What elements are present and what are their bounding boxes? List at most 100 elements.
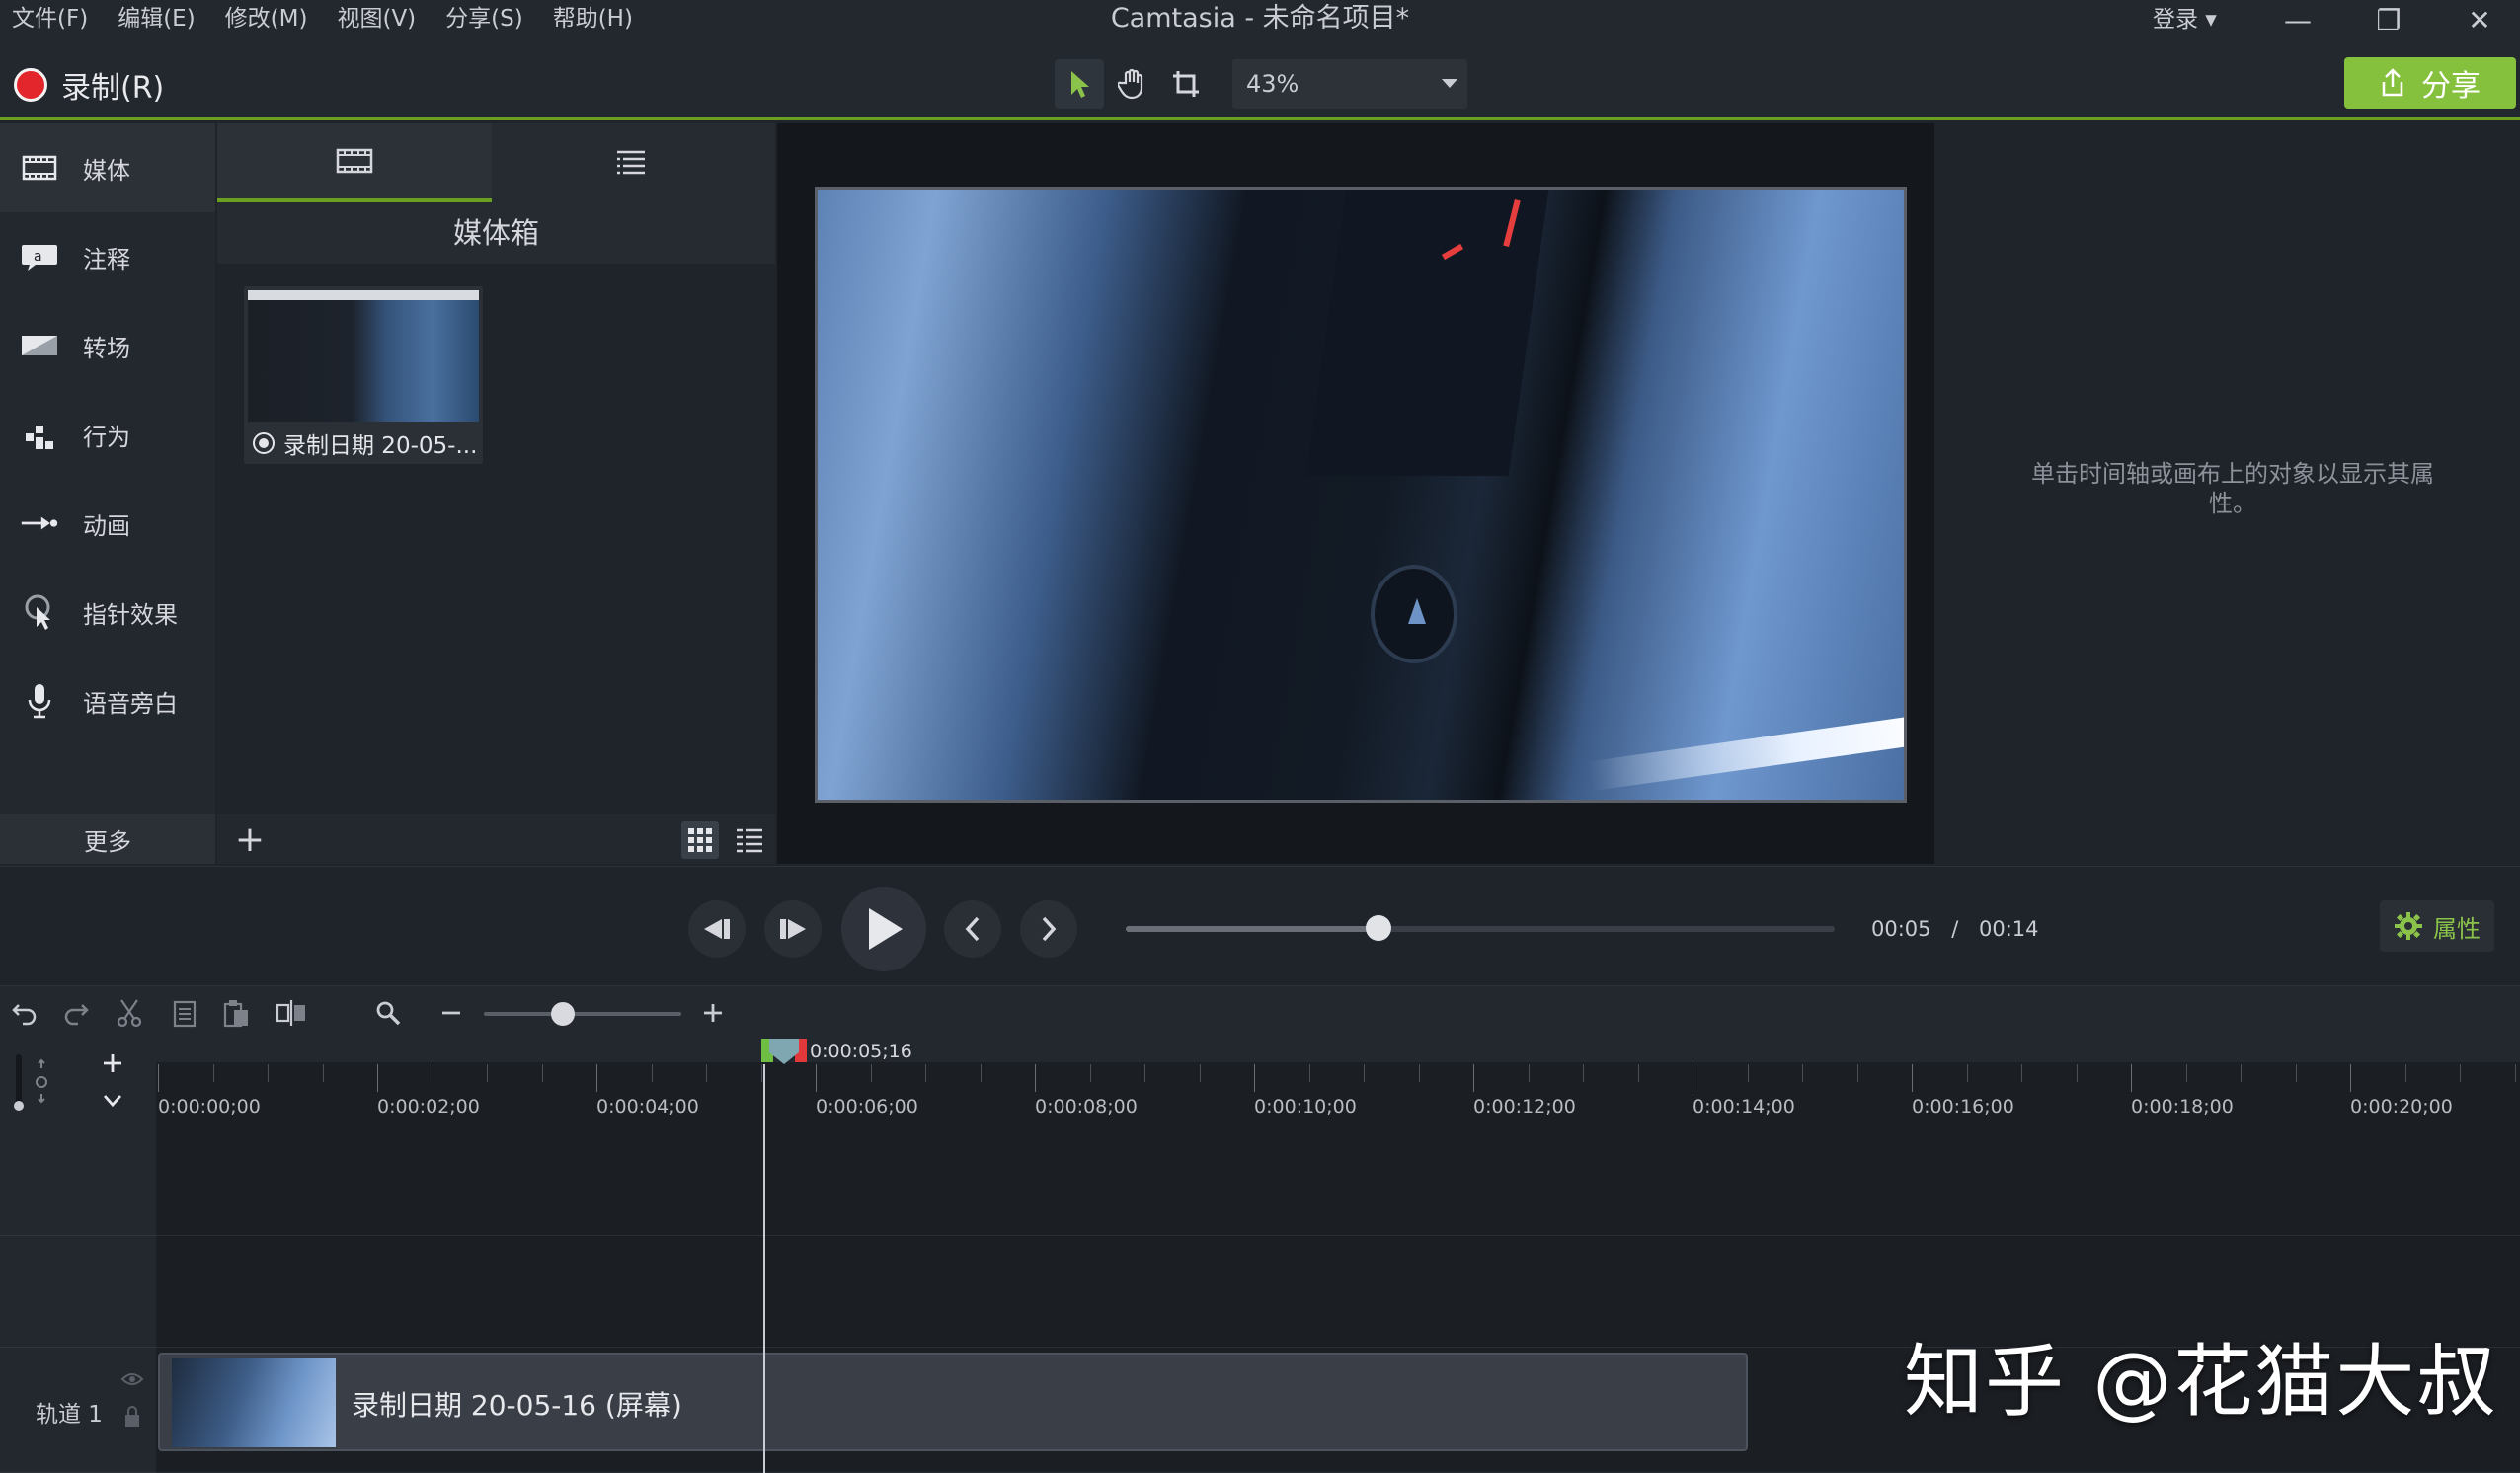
timeline-zoom-handle[interactable] xyxy=(551,1002,575,1026)
paste-button[interactable] xyxy=(217,994,255,1032)
ruler-major-tick xyxy=(377,1064,378,1092)
media-bin-footer: + xyxy=(217,814,775,864)
list-icon xyxy=(737,828,762,853)
track-menu-button[interactable] xyxy=(93,1084,132,1118)
crop-tool-button[interactable] xyxy=(1161,59,1211,109)
scissors-icon xyxy=(117,999,142,1028)
ruler-major-tick xyxy=(1254,1064,1255,1092)
copy-icon xyxy=(173,1000,197,1028)
copy-button[interactable] xyxy=(166,994,203,1032)
select-tool-button[interactable] xyxy=(1055,59,1104,109)
ruler-major-tick xyxy=(2350,1064,2351,1092)
zoom-value: 43% xyxy=(1246,70,1299,98)
menu-help[interactable]: 帮助(H) xyxy=(553,0,633,39)
properties-button[interactable]: 属性 xyxy=(2380,900,2494,952)
redo-button[interactable] xyxy=(57,994,95,1032)
lock-icon[interactable] xyxy=(122,1405,142,1429)
menu-view[interactable]: 视图(V) xyxy=(337,0,416,39)
ruler-time-label: 0:00:06;00 xyxy=(816,1096,918,1118)
ruler-minor-tick xyxy=(1856,1064,1858,1082)
menu-edit[interactable]: 编辑(E) xyxy=(118,0,195,39)
step-forward-button[interactable] xyxy=(764,900,822,958)
timeline-ruler[interactable]: 0:00:00;00 0:00:02;00 0:00:04;00 0:00:06;00… xyxy=(156,1039,2520,1123)
menu-modify[interactable]: 修改(M) xyxy=(225,0,308,39)
record-label: 录制(R) xyxy=(61,71,165,106)
sidebar-item-cursor-effects[interactable]: 指针效果 xyxy=(0,568,215,657)
ruler-minor-tick xyxy=(1802,1064,1803,1082)
zoom-in-button[interactable] xyxy=(694,994,732,1032)
zoom-search-button[interactable] xyxy=(369,994,407,1032)
sidebar-item-voice-narration[interactable]: 语音旁白 xyxy=(0,657,215,745)
record-button[interactable]: 录制(R) xyxy=(14,63,164,107)
chevron-down-icon xyxy=(103,1095,122,1108)
media-item-label: 录制日期 20-05-... xyxy=(283,433,478,459)
pan-tool-button[interactable] xyxy=(1108,59,1157,109)
redo-icon xyxy=(64,1004,89,1026)
zoom-dropdown[interactable]: 43% xyxy=(1232,59,1467,109)
track-height-slider-icon[interactable] xyxy=(12,1048,57,1116)
microphone-icon xyxy=(20,681,59,721)
media-bin-title: 媒体箱 xyxy=(217,202,775,264)
search-icon xyxy=(376,1001,401,1026)
track-lane-empty[interactable] xyxy=(156,1123,2520,1236)
next-marker-button[interactable] xyxy=(1020,900,1077,958)
ruler-time-label: 0:00:02;00 xyxy=(377,1096,480,1118)
cut-button[interactable] xyxy=(111,994,148,1032)
ruler-time-label: 0:00:04;00 xyxy=(596,1096,699,1118)
playhead-handle[interactable] xyxy=(761,1039,807,1064)
timeline-toolbar xyxy=(0,985,2520,1039)
zoom-out-button[interactable] xyxy=(433,994,470,1032)
sidebar-item-behaviors[interactable]: 行为 xyxy=(0,390,215,479)
sidebar-item-label: 注释 xyxy=(83,245,130,273)
track-header-1[interactable]: 轨道 1 xyxy=(0,1348,156,1473)
close-button[interactable]: ✕ xyxy=(2445,0,2514,39)
tab-library[interactable] xyxy=(494,123,768,202)
step-back-button[interactable] xyxy=(688,900,746,958)
sidebar-item-animations[interactable]: 动画 xyxy=(0,479,215,568)
ruler-time-label: 0:00:14;00 xyxy=(1693,1096,1795,1118)
share-button[interactable]: 分享 xyxy=(2344,57,2516,109)
ruler-minor-tick xyxy=(322,1064,324,1082)
media-item[interactable]: 录制日期 20-05-... xyxy=(244,286,483,464)
undo-button[interactable] xyxy=(6,994,43,1032)
tab-media-bin[interactable] xyxy=(217,123,492,202)
media-thumbnail xyxy=(248,290,479,422)
hand-icon xyxy=(1118,68,1143,100)
minimize-button[interactable]: — xyxy=(2263,0,2332,39)
preview-elevator-button xyxy=(1371,565,1457,663)
track-controls-header xyxy=(0,1039,156,1123)
menu-file[interactable]: 文件(F) xyxy=(12,0,88,39)
record-icon xyxy=(14,68,47,102)
minus-icon xyxy=(442,1011,460,1015)
gear-icon xyxy=(2395,912,2422,940)
ruler-minor-tick xyxy=(487,1064,488,1082)
ruler-time-label: 0:00:18;00 xyxy=(2131,1096,2234,1118)
behavior-icon xyxy=(20,415,59,454)
sidebar-item-media[interactable]: 媒体 xyxy=(0,123,215,212)
add-track-button[interactable] xyxy=(93,1047,132,1080)
timeline-zoom-slider[interactable] xyxy=(484,1002,681,1026)
sidebar-item-annotations[interactable]: a 注释 xyxy=(0,212,215,301)
time-separator: / xyxy=(1951,917,1959,941)
login-button[interactable]: 登录 ▾ xyxy=(2153,0,2217,39)
play-button[interactable] xyxy=(841,887,926,971)
restore-button[interactable]: ❐ xyxy=(2354,0,2423,39)
add-button[interactable]: + xyxy=(225,814,275,864)
split-button[interactable] xyxy=(273,994,310,1032)
video-preview[interactable] xyxy=(815,187,1907,803)
playback-scrubber[interactable] xyxy=(1126,915,1835,941)
grid-view-button[interactable] xyxy=(681,821,719,859)
tool-sidebar: 媒体 a 注释 转场 行为 动画 指针效果 语音旁白 xyxy=(0,123,215,814)
ruler-minor-tick xyxy=(541,1064,543,1082)
ruler-time-label: 0:00:10;00 xyxy=(1254,1096,1357,1118)
previous-marker-button[interactable] xyxy=(944,900,1001,958)
timeline-clip[interactable]: 录制日期 20-05-16 (屏幕) xyxy=(158,1353,1748,1451)
sidebar-item-transitions[interactable]: 转场 xyxy=(0,301,215,390)
more-button[interactable]: 更多 xyxy=(0,814,215,864)
list-view-button[interactable] xyxy=(731,821,768,859)
scrubber-handle[interactable] xyxy=(1366,915,1392,941)
properties-hint: 单击时间轴或画布上的对象以显示其属性。 xyxy=(2031,460,2434,517)
eye-icon[interactable] xyxy=(120,1371,144,1387)
menu-share[interactable]: 分享(S) xyxy=(445,0,523,39)
ruler-minor-tick xyxy=(2185,1064,2187,1082)
